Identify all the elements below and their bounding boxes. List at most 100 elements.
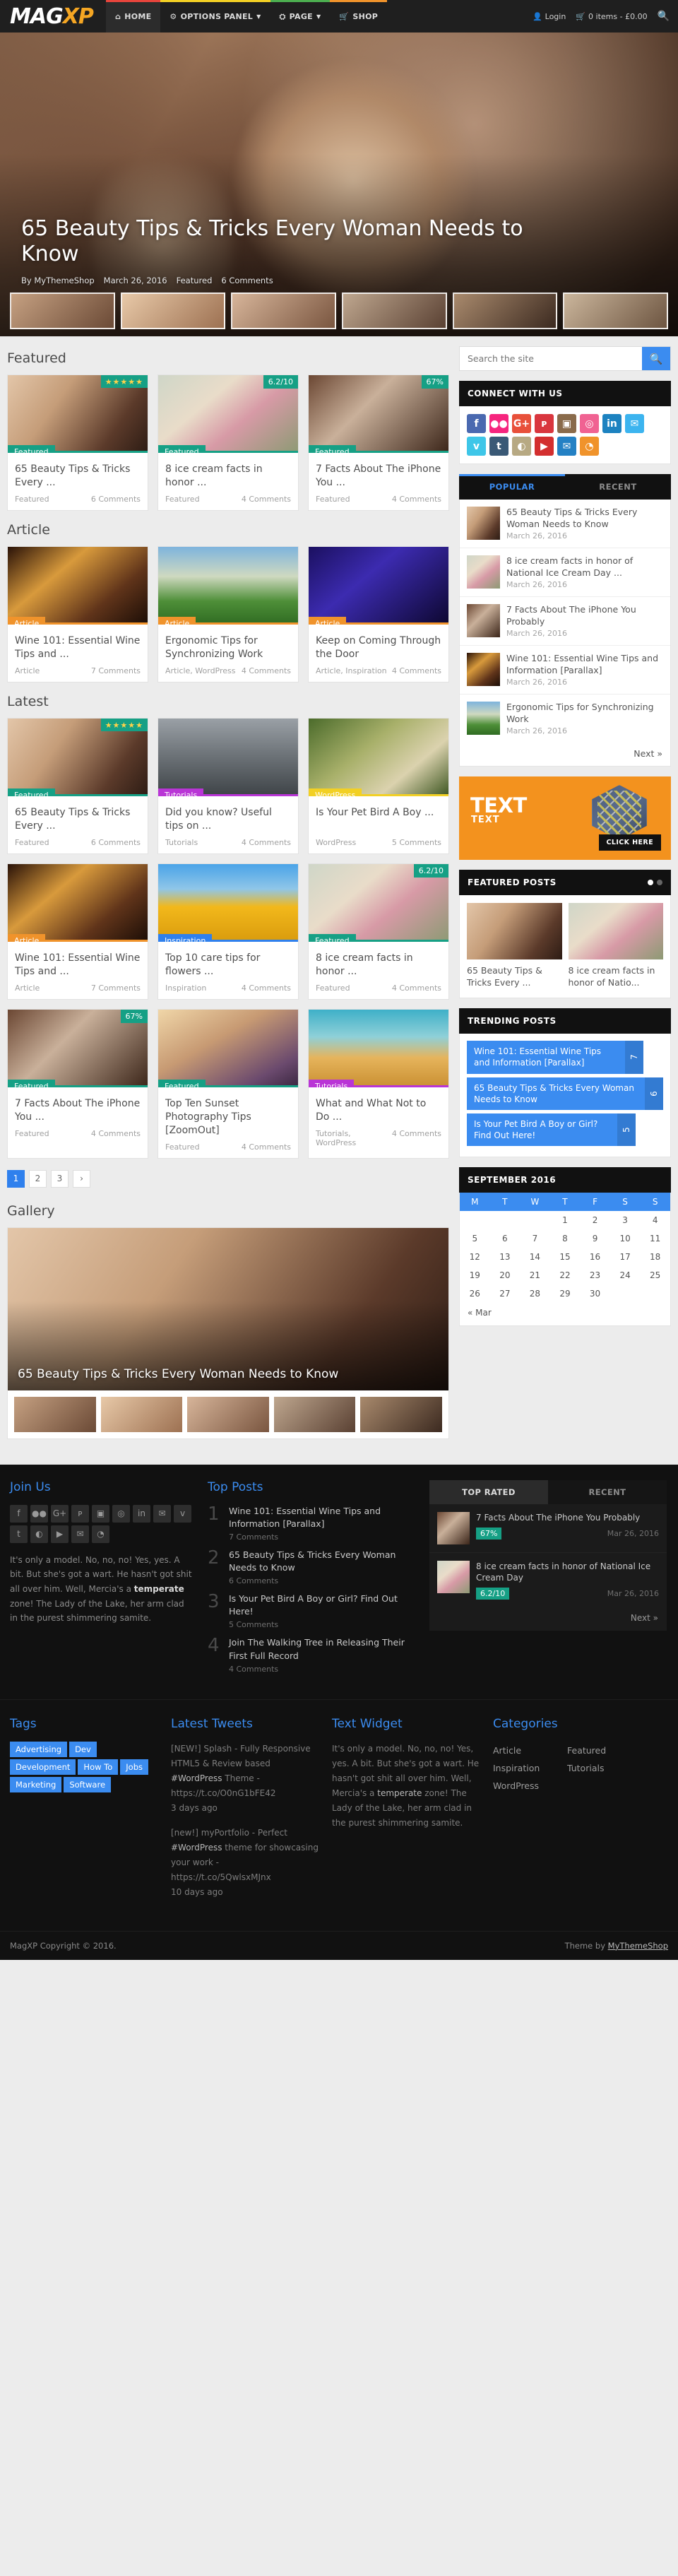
calendar-day[interactable]: 13 [490, 1248, 521, 1266]
calendar-day[interactable]: 1 [550, 1211, 581, 1229]
footer-instagram-icon[interactable]: ▣ [92, 1504, 109, 1523]
calendar-day[interactable]: 3 [610, 1211, 641, 1229]
post-title[interactable]: Keep on Coming Through the Door [316, 634, 441, 661]
featured-post-title[interactable]: 8 ice cream facts in honor of Natio... [569, 965, 664, 988]
twitter-icon[interactable]: ✉ [625, 414, 644, 433]
hero-thumb[interactable] [10, 293, 115, 329]
hero-thumb[interactable] [120, 293, 226, 329]
category-label[interactable]: Tutorials [158, 788, 204, 796]
sidebar-post-title[interactable]: Wine 101: Essential Wine Tips and Inform… [506, 653, 663, 676]
post-thumbnail[interactable]: 6.2/10 Featured [309, 864, 448, 942]
post-thumbnail[interactable]: 67% Featured [309, 375, 448, 453]
hero-slider[interactable]: 65 Beauty Tips & Tricks Every Woman Need… [0, 33, 678, 336]
post-title[interactable]: What and What Not to Do ... [316, 1097, 441, 1124]
post-card[interactable]: ★★★★★ Featured 65 Beauty Tips & Tricks Eve… [7, 718, 148, 854]
post-thumbnail[interactable]: 67% Featured [8, 1010, 148, 1087]
post-category[interactable]: Tutorials, WordPress [316, 1129, 388, 1147]
calendar-day[interactable]: 11 [640, 1229, 670, 1248]
hero-title[interactable]: 65 Beauty Tips & Tricks Every Woman Need… [21, 216, 551, 268]
post-card[interactable]: 6.2/10 Featured 8 ice cream facts in honor… [308, 863, 449, 1000]
tab-recent-rated[interactable]: RECENT [548, 1479, 667, 1504]
post-thumbnail[interactable]: 6.2/10 Featured [158, 375, 298, 453]
post-card[interactable]: Article Ergonomic Tips for Synchronizing … [157, 546, 299, 683]
calendar-day[interactable]: 27 [490, 1284, 521, 1303]
footer-dribbble-icon[interactable]: ◎ [112, 1504, 130, 1523]
calendar-day[interactable]: 24 [610, 1266, 641, 1284]
calendar-day[interactable]: 2 [580, 1211, 610, 1229]
post-thumbnail[interactable]: Tutorials [158, 719, 298, 796]
vimeo-icon[interactable]: v [467, 437, 486, 456]
calendar-day[interactable]: 18 [640, 1248, 670, 1266]
tag-link[interactable]: Jobs [120, 1759, 148, 1775]
footer-linkedin-icon[interactable]: in [133, 1504, 150, 1523]
googleplus-icon[interactable]: G+ [512, 414, 531, 433]
tag-link[interactable]: Software [64, 1776, 112, 1792]
rated-post-title[interactable]: 8 ice cream facts in honor of National I… [476, 1561, 659, 1583]
category-label[interactable]: Article [309, 617, 347, 625]
search-submit-button[interactable]: 🔍 [642, 347, 670, 370]
post-category[interactable]: Featured [316, 983, 350, 993]
post-thumbnail[interactable]: Featured [158, 1010, 298, 1087]
facebook-icon[interactable]: f [467, 414, 486, 433]
rated-post-item[interactable]: 7 Facts About The iPhone You Probably 67%… [429, 1504, 667, 1553]
calendar-day[interactable]: 9 [580, 1229, 610, 1248]
category-link[interactable]: Featured [567, 1742, 641, 1759]
post-category[interactable]: Featured [316, 495, 350, 504]
advertisement-widget[interactable]: TEXT TEXT CLICK HERE [459, 776, 671, 860]
post-title[interactable]: Wine 101: Essential Wine Tips and ... [15, 952, 141, 979]
post-title[interactable]: 65 Beauty Tips & Tricks Every ... [15, 463, 141, 490]
rated-post-item[interactable]: 8 ice cream facts in honor of National I… [429, 1553, 667, 1607]
calendar-day[interactable]: 20 [490, 1266, 521, 1284]
tag-link[interactable]: Marketing [10, 1776, 62, 1792]
post-comments[interactable]: 4 Comments [242, 838, 291, 847]
sidebar-post-item[interactable]: 8 ice cream facts in honor of National I… [460, 548, 670, 597]
tumblr-icon[interactable]: t [489, 437, 509, 456]
tag-link[interactable]: Development [10, 1759, 76, 1775]
gallery-thumb[interactable] [14, 1396, 96, 1432]
post-category[interactable]: Featured [165, 495, 200, 504]
calendar-day[interactable]: 23 [580, 1266, 610, 1284]
rss-icon[interactable]: ◔ [580, 437, 599, 456]
nav-item-options-panel[interactable]: ⚙ OPTIONS PANEL ▼ [160, 0, 270, 33]
post-comments[interactable]: 7 Comments [91, 666, 141, 675]
sidebar-post-item[interactable]: Wine 101: Essential Wine Tips and Inform… [460, 646, 670, 695]
post-card[interactable]: 67% Featured 7 Facts About The iPhone You … [308, 374, 449, 511]
post-comments[interactable]: 5 Comments [392, 838, 441, 847]
post-thumbnail[interactable]: Article [8, 547, 148, 625]
footer-top-post-title[interactable]: 65 Beauty Tips & Tricks Every Woman Need… [229, 1549, 414, 1574]
sidebar-post-title[interactable]: 7 Facts About The iPhone You Probably [506, 604, 663, 627]
footer-tumblr-icon[interactable]: t [10, 1525, 28, 1543]
nav-item-shop[interactable]: 🛒 SHOP [330, 0, 388, 33]
calendar-day[interactable]: 19 [460, 1266, 490, 1284]
post-comments[interactable]: 4 Comments [392, 1129, 441, 1147]
nav-item-page[interactable]: ⛭ PAGE ▼ [270, 0, 331, 33]
post-card[interactable]: Tutorials Did you know? Useful tips on ..… [157, 718, 299, 854]
trending-item[interactable]: Wine 101: Essential Wine Tips and Inform… [467, 1041, 644, 1074]
calendar-day[interactable]: 5 [460, 1229, 490, 1248]
post-title[interactable]: 7 Facts About The iPhone You ... [15, 1097, 141, 1124]
footer-flickr-icon[interactable]: ●● [30, 1504, 48, 1523]
nav-item-home[interactable]: ⌂ HOME [106, 0, 161, 33]
category-label[interactable]: Article [8, 617, 46, 625]
post-category[interactable]: Featured [15, 838, 49, 847]
category-label[interactable]: Featured [8, 1080, 55, 1087]
category-label[interactable]: Tutorials [309, 1080, 355, 1087]
calendar-day[interactable]: 8 [550, 1229, 581, 1248]
calendar-day[interactable]: 12 [460, 1248, 490, 1266]
post-comments[interactable]: 4 Comments [242, 983, 291, 993]
instagram-icon[interactable]: ▣ [557, 414, 576, 433]
sidebar-post-item[interactable]: 65 Beauty Tips & Tricks Every Woman Need… [460, 500, 670, 548]
post-card[interactable]: WordPress Is Your Pet Bird A Boy ... WordP… [308, 718, 449, 854]
post-comments[interactable]: 6 Comments [91, 495, 141, 504]
category-label[interactable]: Inspiration [158, 934, 213, 942]
hero-thumb[interactable] [563, 293, 669, 329]
tweet-hashtag[interactable]: #WordPress [171, 1843, 222, 1853]
tab-popular[interactable]: POPULAR [459, 474, 565, 500]
calendar-day[interactable]: 21 [520, 1266, 550, 1284]
hero-thumb[interactable] [342, 293, 447, 329]
post-thumbnail[interactable]: WordPress [309, 719, 448, 796]
tag-link[interactable]: Advertising [10, 1741, 68, 1757]
calendar-day[interactable]: 16 [580, 1248, 610, 1266]
calendar-day[interactable]: 10 [610, 1229, 641, 1248]
featured-post-card[interactable]: 8 ice cream facts in honor of Natio... [568, 903, 664, 988]
